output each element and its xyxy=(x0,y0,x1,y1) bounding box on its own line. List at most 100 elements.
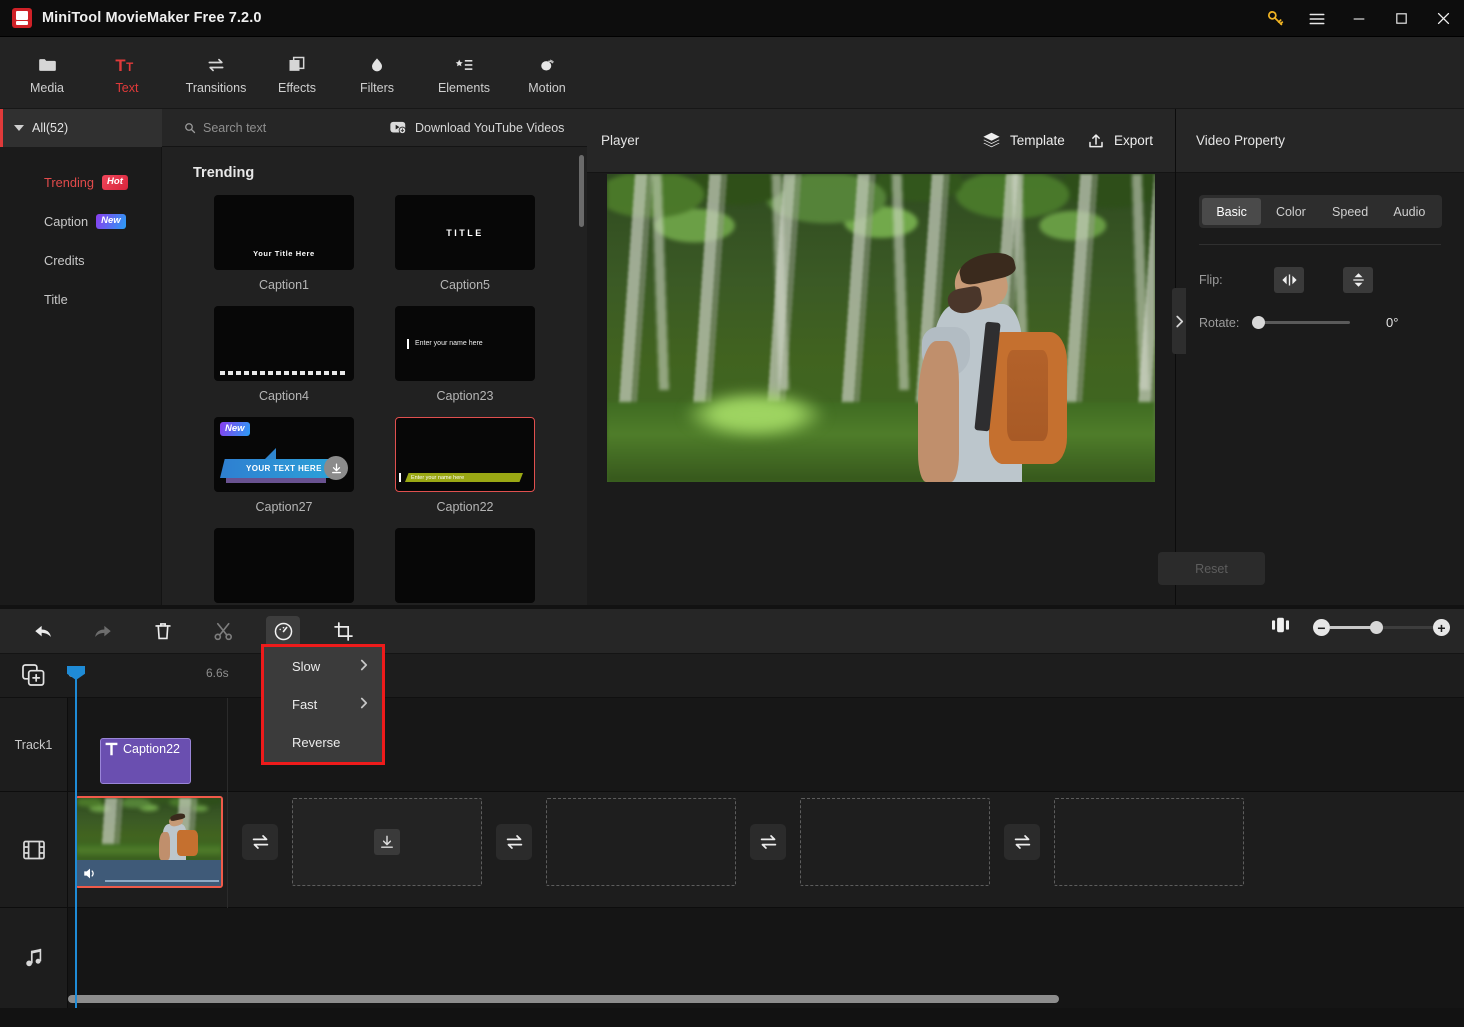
template-card-caption23[interactable]: Enter your name here Caption23 xyxy=(395,306,535,403)
template-card-caption5[interactable]: TITLE Caption5 xyxy=(395,195,535,292)
category-label-trending: Trending xyxy=(44,175,95,190)
template-thumbnail: Your Title Here xyxy=(214,195,354,270)
tab-speed[interactable]: Speed xyxy=(1321,198,1380,225)
maximize-icon[interactable] xyxy=(1380,0,1422,37)
ribbon-item-motion[interactable]: Motion xyxy=(513,40,581,106)
key-icon[interactable] xyxy=(1254,0,1296,37)
tab-audio[interactable]: Audio xyxy=(1380,198,1439,225)
template-card-caption27[interactable]: New YOUR TEXT HERE Caption27 xyxy=(214,417,354,514)
empty-media-slot-2[interactable] xyxy=(546,798,736,886)
fit-to-screen-icon[interactable] xyxy=(1272,617,1289,638)
track-header-video[interactable] xyxy=(0,792,68,908)
template-card-partial-right[interactable] xyxy=(395,528,535,603)
undo-button[interactable] xyxy=(26,616,60,647)
preview-wrapper xyxy=(587,173,1175,633)
export-button[interactable]: Export xyxy=(1087,132,1153,150)
template-card-caption1[interactable]: Your Title Here Caption1 xyxy=(214,195,354,292)
ribbon-label-effects: Effects xyxy=(278,80,316,95)
template-card-partial-left[interactable] xyxy=(214,528,354,603)
download-icon[interactable] xyxy=(324,456,348,480)
category-credits[interactable]: Credits xyxy=(0,241,161,280)
speed-menu-item-fast[interactable]: Fast xyxy=(264,685,382,723)
hiker-arm xyxy=(158,831,170,860)
category-title[interactable]: Title xyxy=(0,280,161,319)
transition-slot-1[interactable] xyxy=(242,824,278,860)
window-controls xyxy=(1254,0,1464,37)
text-library-panel: All(52) Search text Download YouTube Vid… xyxy=(0,108,587,605)
empty-media-slot-4[interactable] xyxy=(1054,798,1244,886)
redo-icon xyxy=(95,625,111,637)
video-property-panel: Video Property Basic Color Speed Audio F… xyxy=(1175,109,1464,605)
text-clip-caption22[interactable]: Caption22 xyxy=(100,738,191,784)
zoom-slider[interactable] xyxy=(1330,621,1433,634)
speed-menu-item-slow[interactable]: Slow xyxy=(264,647,382,685)
timeline-horizontal-scrollbar[interactable] xyxy=(68,995,1059,1003)
chevron-right-icon xyxy=(1175,315,1183,327)
template-button[interactable]: Template xyxy=(982,132,1065,149)
import-icon[interactable] xyxy=(374,829,400,855)
close-icon[interactable] xyxy=(1422,0,1464,37)
panel-collapse-handle[interactable] xyxy=(1172,288,1186,354)
video-clip-forest[interactable] xyxy=(75,796,223,888)
ribbon-item-media[interactable]: Media xyxy=(13,40,81,106)
ribbon-item-filters[interactable]: Filters xyxy=(343,40,411,106)
ribbon-item-effects[interactable]: Effects xyxy=(263,40,331,106)
video-track-lane[interactable] xyxy=(68,792,1464,908)
redo-button[interactable] xyxy=(86,616,120,647)
template-thumbnail: TITLE xyxy=(395,195,535,270)
ribbon-item-transitions[interactable]: Transitions xyxy=(173,40,259,106)
player-title: Player xyxy=(601,133,640,148)
transition-slot-4[interactable] xyxy=(1004,824,1040,860)
new-badge: New xyxy=(96,214,126,229)
speed-menu-item-reverse[interactable]: Reverse xyxy=(264,723,382,761)
rotate-handle[interactable] xyxy=(1252,316,1265,329)
zoom-out-button[interactable]: − xyxy=(1313,619,1330,636)
template-label: Caption4 xyxy=(258,389,310,403)
track-header-audio[interactable] xyxy=(0,908,68,1008)
track-header-text[interactable]: Track1 xyxy=(0,698,68,792)
category-trending[interactable]: Trending Hot xyxy=(0,163,161,202)
audio-track-lane[interactable] xyxy=(68,908,1464,1008)
transition-slot-2[interactable] xyxy=(496,824,532,860)
property-tabs: Basic Color Speed Audio xyxy=(1199,195,1442,228)
crop-icon xyxy=(333,622,353,641)
menu-icon[interactable] xyxy=(1296,0,1338,37)
category-caption[interactable]: Caption New xyxy=(0,202,161,241)
playhead[interactable] xyxy=(67,666,85,1008)
search-input[interactable]: Search text xyxy=(184,121,364,135)
template-thumbnail xyxy=(214,528,354,603)
all-categories-tab[interactable]: All(52) xyxy=(0,108,162,147)
transition-slot-3[interactable] xyxy=(750,824,786,860)
video-preview[interactable] xyxy=(607,174,1155,482)
zoom-in-button[interactable]: + xyxy=(1433,619,1450,636)
flip-horizontal-button[interactable] xyxy=(1274,267,1304,293)
property-header: Video Property xyxy=(1176,109,1464,173)
template-scrollbar[interactable] xyxy=(579,155,584,227)
hiker-figure xyxy=(892,248,1078,482)
chevron-down-icon xyxy=(14,124,24,131)
empty-media-slot-1[interactable] xyxy=(292,798,482,886)
add-media-icon[interactable] xyxy=(22,664,45,691)
tab-color[interactable]: Color xyxy=(1261,198,1320,225)
reset-button[interactable]: Reset xyxy=(1158,552,1265,585)
rotate-slider[interactable] xyxy=(1252,316,1350,329)
flip-vertical-button[interactable] xyxy=(1343,267,1373,293)
empty-media-slot-3[interactable] xyxy=(800,798,990,886)
timeline-ruler-row: 0s 6.6s xyxy=(0,654,1464,698)
ribbon-item-elements[interactable]: Elements xyxy=(423,40,505,106)
crop-button[interactable] xyxy=(326,616,360,647)
forest-thumb-scene xyxy=(77,798,221,860)
speed-button[interactable] xyxy=(266,616,300,647)
tab-basic[interactable]: Basic xyxy=(1202,198,1262,225)
template-card-caption4[interactable]: Caption4 xyxy=(214,306,354,403)
hiker-backpack xyxy=(177,829,198,857)
delete-button[interactable] xyxy=(146,616,180,647)
minimize-icon[interactable] xyxy=(1338,0,1380,37)
download-youtube-button[interactable]: Download YouTube Videos xyxy=(390,121,564,135)
template-card-caption22[interactable]: Enter your name here Caption22 xyxy=(395,417,535,514)
rotate-row: Rotate: 0° xyxy=(1176,315,1464,330)
ribbon-item-text[interactable]: T T Text xyxy=(93,40,161,106)
template-thumbnail xyxy=(214,306,354,381)
split-button[interactable] xyxy=(206,616,240,647)
zoom-slider-handle[interactable] xyxy=(1370,621,1383,634)
